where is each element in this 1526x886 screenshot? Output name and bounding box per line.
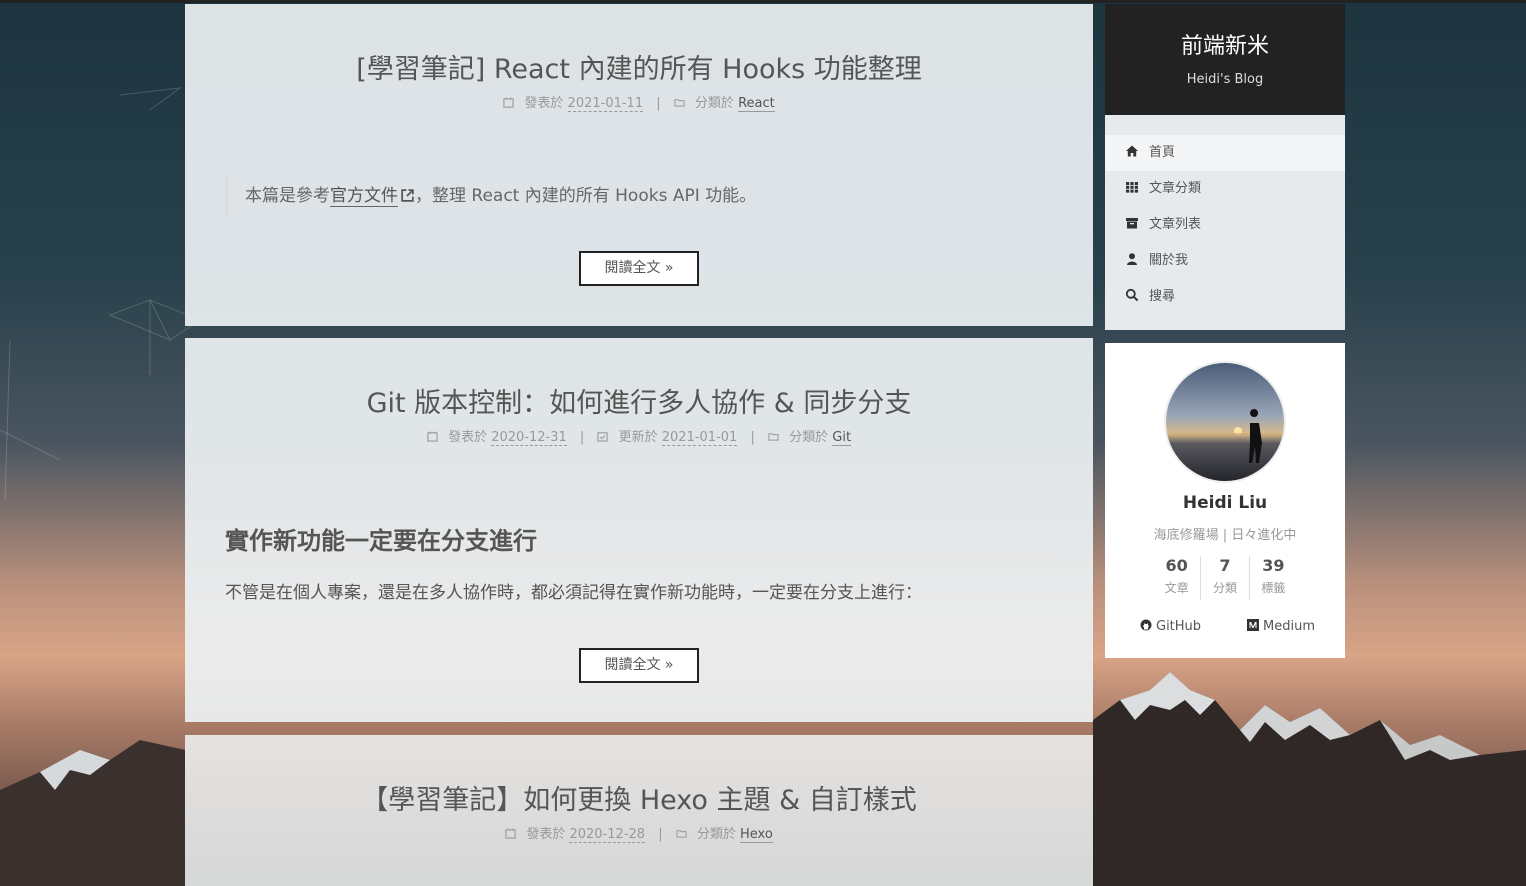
medium-link[interactable]: Medium <box>1247 619 1315 634</box>
calendar-icon <box>427 430 448 445</box>
category-link[interactable]: Git <box>832 430 852 446</box>
read-more-button[interactable]: 閱讀全文 » <box>579 648 699 683</box>
menu-item-label: 首頁 <box>1149 145 1176 160</box>
folder-icon <box>768 430 789 445</box>
menu-item-label: 搜尋 <box>1149 289 1176 304</box>
posted-date: 2020-12-28 <box>569 827 646 843</box>
calendar-check-icon <box>597 430 618 445</box>
heading-divider <box>225 553 1053 554</box>
category-link[interactable]: Hexo <box>740 827 773 843</box>
posted-date: 2021-01-11 <box>567 96 644 112</box>
post-meta: 發表於 2021-01-11 | 分類於 React <box>185 92 1093 112</box>
menu-item-home[interactable]: 首頁 <box>1105 135 1345 171</box>
external-link-icon <box>398 186 415 206</box>
main-menu: 首頁 文章分類 文章列表 關於我 搜尋 <box>1105 115 1345 330</box>
menu-item-categories[interactable]: 文章分類 <box>1105 171 1345 207</box>
menu-item-archives[interactable]: 文章列表 <box>1105 207 1345 243</box>
site-brand: 前端新米 Heidi's Blog <box>1105 4 1345 115</box>
user-icon <box>1125 252 1139 266</box>
posted-label: 發表於 <box>524 96 564 111</box>
author-card: Heidi Liu 海底修羅場 | 日々進化中 60 文章 7 分類 39 標籤… <box>1105 343 1345 658</box>
site-stats: 60 文章 7 分類 39 標籤 <box>1153 556 1297 600</box>
post-heading: 實作新功能一定要在分支進行 <box>225 527 537 555</box>
read-more-button[interactable]: 閱讀全文 » <box>579 251 699 286</box>
category-link[interactable]: React <box>738 96 775 112</box>
post-meta: 發表於 2020-12-28 | 分類於 Hexo <box>185 823 1093 843</box>
post-excerpt: 本篇是參考官方文件 ，整理 React 內建的所有 Hooks API 功能。 <box>225 176 1053 216</box>
updated-date: 2021-01-01 <box>661 430 738 446</box>
posted-label: 發表於 <box>526 827 566 842</box>
menu-item-about[interactable]: 關於我 <box>1105 243 1345 279</box>
stat-categories[interactable]: 7 分類 <box>1200 556 1248 600</box>
avatar <box>1164 361 1286 483</box>
menu-item-label: 文章列表 <box>1149 217 1202 232</box>
post-meta: 發表於 2020-12-31 | 更新於 2021-01-01 | 分類於 Gi… <box>185 426 1093 446</box>
category-label: 分類於 <box>694 96 734 111</box>
stat-posts[interactable]: 60 文章 <box>1153 556 1200 600</box>
home-icon <box>1125 144 1139 158</box>
author-name: Heidi Liu <box>1182 493 1268 513</box>
calendar-icon <box>503 96 524 111</box>
site-subtitle: Heidi's Blog <box>1186 72 1264 87</box>
author-description: 海底修羅場 | 日々進化中 <box>1153 528 1297 543</box>
folder-icon <box>674 96 695 111</box>
folder-icon <box>676 827 697 842</box>
grid-icon <box>1125 180 1139 194</box>
github-icon <box>1140 619 1152 631</box>
post-title[interactable]: 【學習筆記】如何更換 Hexo 主題 & 自訂樣式 <box>185 778 1093 817</box>
github-link[interactable]: GitHub <box>1140 619 1201 634</box>
post-card: 【學習筆記】如何更換 Hexo 主題 & 自訂樣式 發表於 2020-12-28… <box>185 735 1093 886</box>
search-icon <box>1125 288 1139 302</box>
site-title[interactable]: 前端新米 <box>1105 28 1345 60</box>
post-paragraph: 不管是在個人專案，還是在多人協作時，都必須記得在實作新功能時，一定要在分支上進行… <box>225 583 922 603</box>
archive-icon <box>1125 216 1139 230</box>
medium-icon <box>1247 619 1259 631</box>
menu-item-label: 關於我 <box>1149 253 1189 268</box>
post-title[interactable]: Git 版本控制：如何進行多人協作 & 同步分支 <box>185 381 1093 420</box>
post-title[interactable]: [學習筆記] React 內建的所有 Hooks 功能整理 <box>185 47 1093 86</box>
post-card: Git 版本控制：如何進行多人協作 & 同步分支 發表於 2020-12-31 … <box>185 338 1093 722</box>
calendar-icon <box>505 827 526 842</box>
category-label: 分類於 <box>696 827 736 842</box>
updated-label: 更新於 <box>618 430 658 445</box>
category-label: 分類於 <box>789 430 829 445</box>
menu-item-search[interactable]: 搜尋 <box>1105 279 1345 315</box>
posted-label: 發表於 <box>448 430 488 445</box>
posted-date: 2020-12-31 <box>491 430 567 446</box>
post-card: [學習筆記] React 內建的所有 Hooks 功能整理 發表於 2021-0… <box>185 4 1093 326</box>
official-docs-link[interactable]: 官方文件 <box>330 186 398 207</box>
menu-item-label: 文章分類 <box>1149 181 1202 196</box>
stat-tags[interactable]: 39 標籤 <box>1248 556 1297 600</box>
